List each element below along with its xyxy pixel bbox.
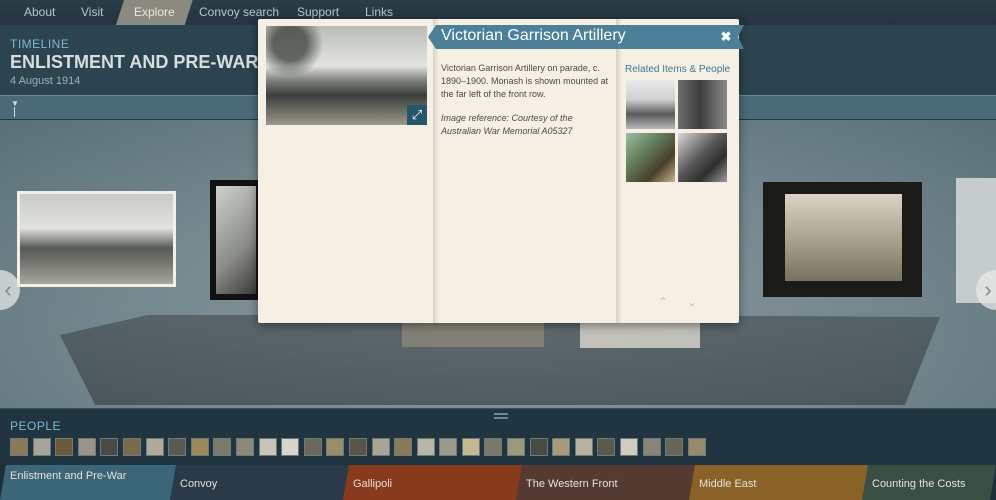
person-thumbnail[interactable] <box>235 438 254 456</box>
tab-label: Gallipoli <box>353 478 393 490</box>
person-thumbnail[interactable] <box>213 438 232 456</box>
column-divider <box>433 19 439 323</box>
nav-about[interactable]: About <box>16 0 63 25</box>
tab-label: Convoy <box>180 478 218 490</box>
column-divider <box>616 19 622 323</box>
photo-team-group[interactable] <box>763 182 922 297</box>
timeline-marker-line <box>14 107 15 117</box>
timeline-title: ENLISTMENT AND PRE-WAR <box>10 52 259 72</box>
modal-title: Victorian Garrison Artillery <box>441 27 626 44</box>
nav-explore[interactable]: Explore <box>116 0 193 25</box>
person-thumbnail[interactable] <box>326 438 345 456</box>
tab-middle-east[interactable]: Middle East <box>689 465 869 500</box>
person-thumbnail[interactable] <box>190 438 209 456</box>
person-thumbnail[interactable] <box>507 438 526 456</box>
people-thumbnails <box>10 438 706 456</box>
person-thumbnail[interactable] <box>145 438 164 456</box>
person-thumbnail[interactable] <box>258 438 277 456</box>
tab-label: Counting the Costs <box>872 478 966 490</box>
person-thumbnail[interactable] <box>303 438 322 456</box>
person-thumbnail[interactable] <box>394 438 413 456</box>
tab-label: Middle East <box>699 478 757 490</box>
photo-garrison-artillery[interactable] <box>17 191 176 287</box>
person-thumbnail[interactable] <box>620 438 639 456</box>
person-thumbnail[interactable] <box>371 438 390 456</box>
tab-western-front[interactable]: The Western Front <box>516 465 696 500</box>
related-items-title: Related Items & People <box>625 64 731 75</box>
person-thumbnail[interactable] <box>10 438 28 456</box>
person-thumbnail[interactable] <box>348 438 367 456</box>
people-label: PEOPLE <box>10 419 62 433</box>
modal-photo: ⤢ <box>266 26 427 125</box>
drag-handle-icon[interactable] <box>494 413 508 419</box>
person-thumbnail[interactable] <box>55 438 74 456</box>
tab-label: The Western Front <box>526 478 618 490</box>
person-thumbnail[interactable] <box>552 438 571 456</box>
person-thumbnail[interactable] <box>168 438 187 456</box>
tab-gallipoli[interactable]: Gallipoli <box>343 465 523 500</box>
related-item-thumbnail[interactable] <box>626 133 675 182</box>
nav-visit[interactable]: Visit <box>73 0 111 25</box>
person-thumbnail[interactable] <box>574 438 593 456</box>
item-detail-modal: ⤢ Victorian Garrison Artillery ✖ Victori… <box>258 19 739 323</box>
tab-counting-the-costs[interactable]: Counting the Costs <box>862 465 996 500</box>
related-item-thumbnail[interactable] <box>626 80 675 129</box>
person-thumbnail[interactable] <box>281 438 300 456</box>
modal-credit: Image reference: Courtesy of the Austral… <box>441 113 573 136</box>
person-thumbnail[interactable] <box>484 438 503 456</box>
timeline-label: TIMELINE <box>10 37 70 51</box>
expand-icon[interactable]: ⤢ <box>407 105 427 125</box>
person-thumbnail[interactable] <box>461 438 480 456</box>
tab-label: Enlistment and Pre-War <box>10 470 127 482</box>
person-thumbnail[interactable] <box>122 438 141 456</box>
related-item-thumbnail[interactable] <box>678 133 727 182</box>
related-item-thumbnail[interactable] <box>678 80 727 129</box>
chevron-up-icon[interactable]: ⌃ <box>658 295 668 309</box>
person-thumbnail[interactable] <box>416 438 435 456</box>
person-thumbnail[interactable] <box>687 438 706 456</box>
modal-description: Victorian Garrison Artillery on parade, … <box>441 63 609 99</box>
photo-building[interactable] <box>210 180 262 300</box>
close-icon[interactable]: ✖ <box>716 28 736 46</box>
person-thumbnail[interactable] <box>77 438 96 456</box>
era-tabs: Enlistment and Pre-War Convoy Gallipoli … <box>0 465 996 500</box>
timeline-date: 4 August 1914 <box>10 75 81 87</box>
person-thumbnail[interactable] <box>32 438 51 456</box>
people-strip: PEOPLE <box>0 408 996 465</box>
person-thumbnail[interactable] <box>100 438 119 456</box>
chevron-down-icon[interactable]: ⌄ <box>687 295 697 309</box>
person-thumbnail[interactable] <box>597 438 616 456</box>
person-thumbnail[interactable] <box>529 438 548 456</box>
person-thumbnail[interactable] <box>642 438 661 456</box>
tab-enlistment-pre-war[interactable]: Enlistment and Pre-War <box>0 465 178 500</box>
person-thumbnail[interactable] <box>439 438 458 456</box>
person-thumbnail[interactable] <box>665 438 684 456</box>
tab-convoy[interactable]: Convoy <box>170 465 350 500</box>
modal-title-ribbon: Victorian Garrison Artillery ✖ <box>428 25 744 49</box>
